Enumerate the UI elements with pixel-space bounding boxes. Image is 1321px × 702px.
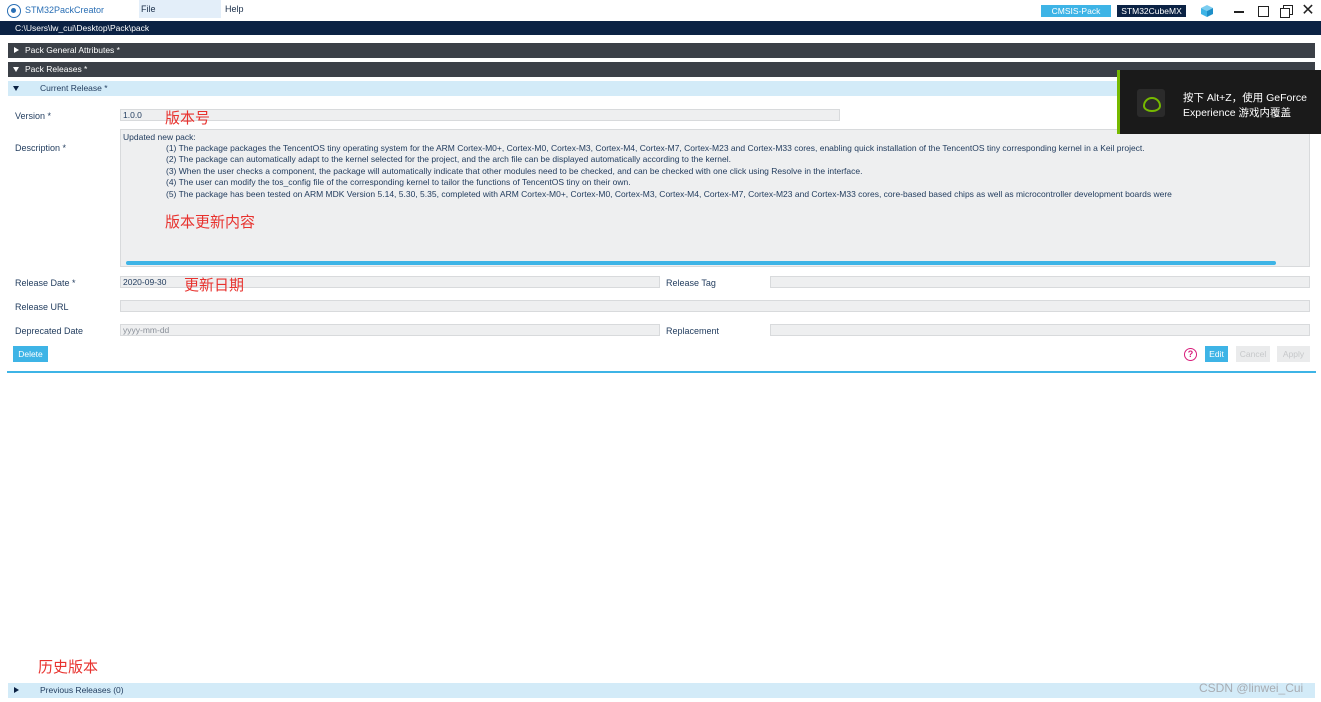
description-line: (4) The user can modify the tos_config f…	[166, 177, 631, 187]
close-icon[interactable]: ✕	[1301, 3, 1315, 19]
cmsis-pack-button[interactable]: CMSIS-Pack	[1041, 5, 1111, 17]
menu-help[interactable]: Help	[223, 0, 263, 18]
description-line: (3) When the user checks a component, th…	[166, 166, 863, 176]
version-input[interactable]: 1.0.0	[120, 109, 840, 121]
release-date-label: Release Date *	[15, 278, 76, 288]
deprecated-date-input[interactable]: yyyy-mm-dd	[120, 324, 660, 336]
description-line: (2) The package can automatically adapt …	[166, 154, 731, 164]
section-label: Pack General Attributes *	[25, 45, 120, 55]
horizontal-scrollbar[interactable]	[126, 261, 1276, 265]
maximize-icon[interactable]	[1279, 4, 1293, 18]
edit-button[interactable]: Edit	[1205, 346, 1228, 362]
collapse-arrow-icon	[13, 67, 19, 72]
section-pack-general-attributes[interactable]: Pack General Attributes *	[8, 43, 1315, 58]
help-icon[interactable]: ?	[1184, 348, 1197, 361]
annotation-release-date: 更新日期	[184, 277, 245, 294]
replacement-label: Replacement	[666, 326, 720, 336]
app-logo-icon	[7, 4, 21, 18]
stm32cubemx-button[interactable]: STM32CubeMX	[1117, 5, 1186, 17]
geforce-overlay-notification: 按下 Alt+Z，使用 GeForce Experience 游戏内覆盖	[1117, 70, 1321, 134]
app-title: STM32PackCreator	[25, 5, 105, 15]
path-bar: C:\Users\lw_cui\Desktop\Pack\pack	[0, 21, 1321, 35]
section-label: Previous Releases (0)	[40, 685, 124, 695]
title-bar: STM32PackCreator File Help CMSIS-Pack ST…	[0, 0, 1321, 21]
description-line: (1) The package packages the TencentOS t…	[166, 143, 1145, 153]
nvidia-logo-icon	[1137, 89, 1165, 117]
release-url-input[interactable]	[120, 300, 1310, 312]
release-url-label: Release URL	[15, 302, 69, 312]
restore-icon[interactable]	[1256, 4, 1270, 18]
cancel-button[interactable]: Cancel	[1236, 346, 1270, 362]
watermark: CSDN @linwei_Cui	[1199, 681, 1304, 695]
release-tag-label: Release Tag	[666, 278, 716, 288]
section-label: Current Release *	[40, 83, 108, 93]
delete-button[interactable]: Delete	[13, 346, 48, 362]
apply-button[interactable]: Apply	[1277, 346, 1310, 362]
annotation-version: 版本号	[165, 110, 211, 127]
section-previous-releases[interactable]: Previous Releases (0)	[8, 683, 1315, 698]
collapse-arrow-icon	[13, 86, 19, 91]
menu-file[interactable]: File	[139, 0, 221, 18]
overlay-line-1: 按下 Alt+Z，使用 GeForce	[1183, 92, 1307, 104]
release-tag-input[interactable]	[770, 276, 1310, 288]
description-textarea[interactable]: Updated new pack: (1) The package packag…	[120, 129, 1310, 267]
annotation-history: 历史版本	[38, 659, 99, 676]
cube-icon[interactable]	[1200, 4, 1214, 18]
annotation-description: 版本更新内容	[165, 214, 256, 231]
section-label: Pack Releases *	[25, 64, 88, 74]
version-label: Version *	[15, 111, 52, 121]
description-head: Updated new pack:	[123, 132, 196, 142]
expand-arrow-icon	[14, 47, 19, 53]
section-divider	[7, 371, 1316, 373]
description-line: (5) The package has been tested on ARM M…	[166, 189, 1172, 199]
expand-arrow-icon	[14, 687, 19, 693]
minimize-icon[interactable]	[1232, 4, 1246, 18]
replacement-input[interactable]	[770, 324, 1310, 336]
overlay-line-2: Experience 游戏内覆盖	[1183, 107, 1291, 119]
deprecated-date-label: Deprecated Date	[15, 326, 84, 336]
description-label: Description *	[15, 143, 67, 153]
